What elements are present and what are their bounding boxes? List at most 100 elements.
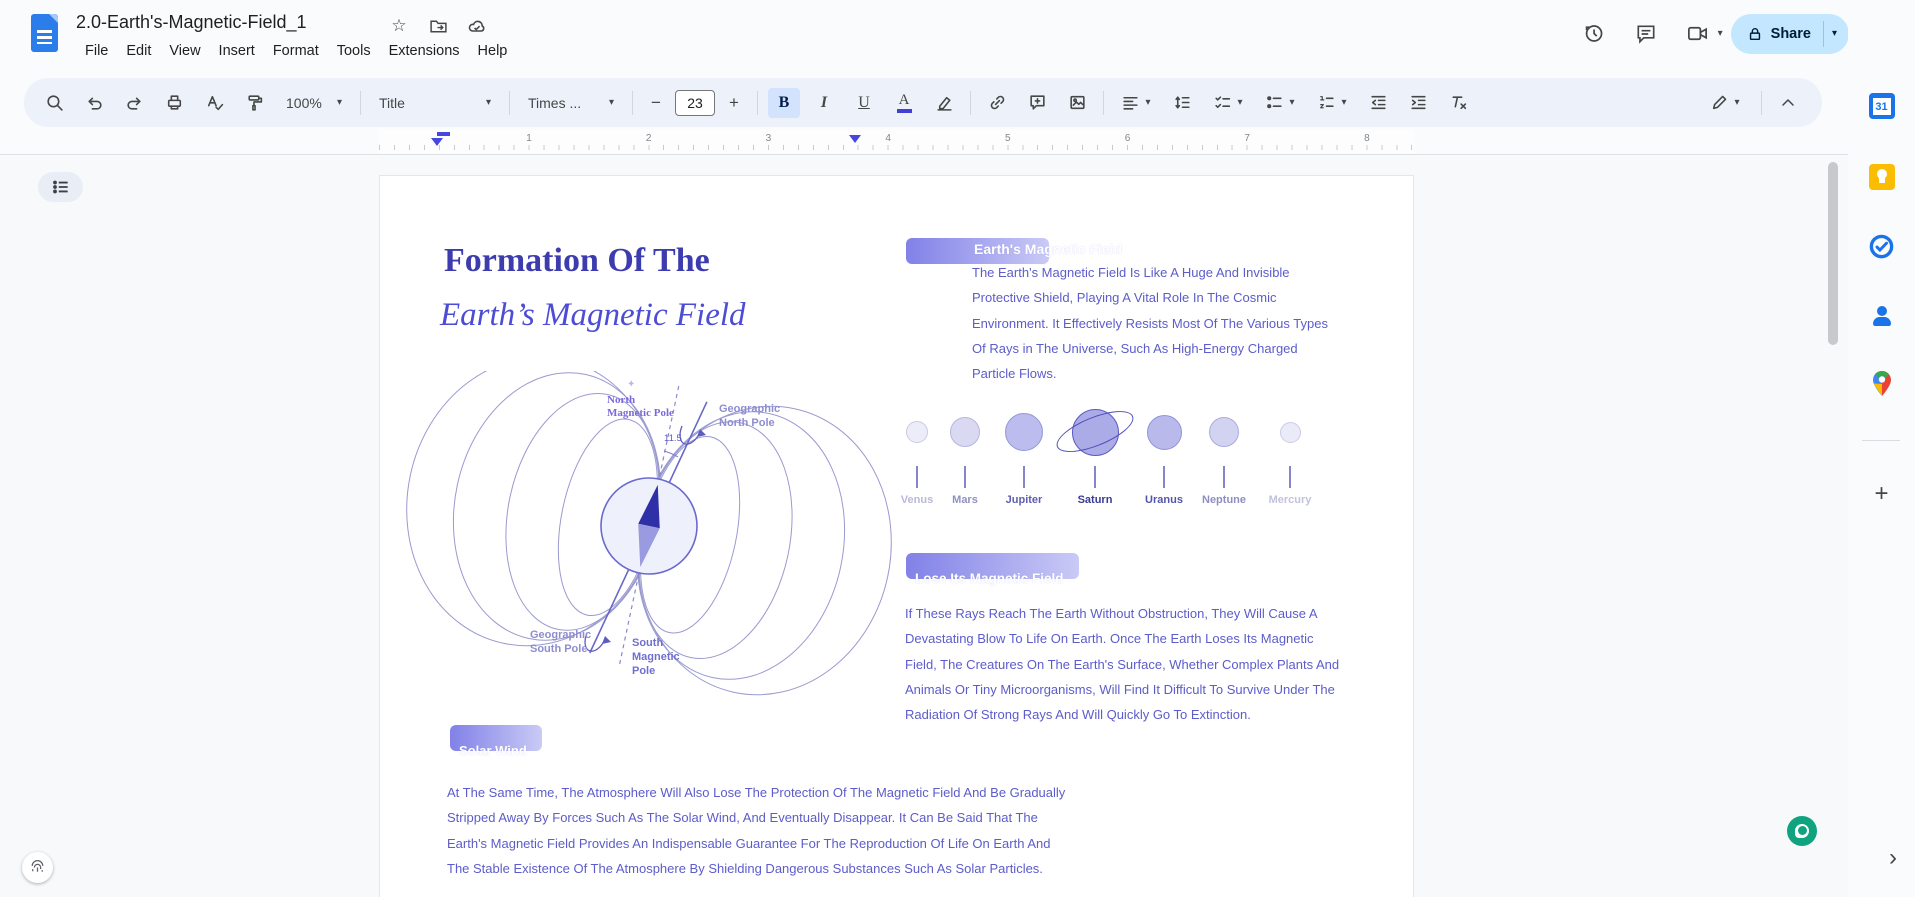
paragraph-line[interactable]: Field, The Creatures On The Earth's Surf… bbox=[905, 657, 1339, 682]
menu-insert[interactable]: Insert bbox=[210, 41, 264, 61]
hide-menus-button[interactable] bbox=[1772, 88, 1804, 118]
highlight-color-button[interactable] bbox=[928, 88, 960, 118]
numbered-list-button[interactable]: ▾ bbox=[1310, 88, 1354, 118]
increase-indent-button[interactable] bbox=[1402, 88, 1434, 118]
keep-icon bbox=[1869, 164, 1895, 190]
planet-circle bbox=[906, 421, 928, 443]
left-indent-marker[interactable] bbox=[431, 138, 443, 146]
insert-link-button[interactable] bbox=[981, 88, 1013, 118]
decrease-indent-button[interactable] bbox=[1362, 88, 1394, 118]
section-chip-lose-its-magnetic-field[interactable]: Lose Its Magnetic Field bbox=[906, 553, 1079, 579]
geographic-south-pole-label: Geographic bbox=[530, 629, 591, 641]
vertical-scrollbar[interactable] bbox=[1828, 162, 1838, 345]
document-canvas: Formation Of The Earth’s Magnetic Field bbox=[0, 156, 1848, 897]
paragraph-line[interactable]: Particle Flows. bbox=[972, 366, 1328, 391]
menu-file[interactable]: File bbox=[76, 41, 117, 61]
get-addons-button[interactable]: + bbox=[1862, 474, 1902, 514]
collapse-panel-chevron[interactable]: › bbox=[1889, 846, 1897, 870]
keep-button[interactable] bbox=[1862, 157, 1902, 197]
menu-extensions[interactable]: Extensions bbox=[380, 41, 469, 61]
section-chip-earths-magnetic-field[interactable]: Earth's Magnetic Field bbox=[906, 238, 1049, 264]
ruler-number: 8 bbox=[1364, 133, 1370, 144]
planet-label: Mars bbox=[952, 494, 978, 506]
share-dropdown[interactable]: ▾ bbox=[1823, 21, 1849, 47]
paragraph-line[interactable]: Protective Shield, Playing A Vital Role … bbox=[972, 290, 1328, 315]
menu-view[interactable]: View bbox=[160, 41, 209, 61]
paragraph-line[interactable]: Of Rays in The Universe, Such As High-En… bbox=[972, 341, 1328, 366]
clear-formatting-button[interactable] bbox=[1442, 88, 1474, 118]
magnetic-field-diagram[interactable]: 11.5 ✦ North Magnetic Pole Geographic No… bbox=[401, 371, 901, 701]
search-menus-button[interactable] bbox=[38, 88, 70, 118]
menu-edit[interactable]: Edit bbox=[117, 41, 160, 61]
meet-video-icon[interactable] bbox=[1678, 14, 1718, 54]
paragraph-line[interactable]: Radiation Of Strong Rays And Will Quickl… bbox=[905, 707, 1339, 732]
checklist-button[interactable]: ▾ bbox=[1206, 88, 1250, 118]
paragraph-line[interactable]: The Stable Existence Of The Atmosphere B… bbox=[447, 861, 1065, 886]
document-title[interactable]: 2.0-Earth's-Magnetic-Field_1 bbox=[76, 12, 307, 33]
line-spacing-button[interactable] bbox=[1166, 88, 1198, 118]
add-comment-button[interactable] bbox=[1021, 88, 1053, 118]
editing-mode-button[interactable]: ▾ bbox=[1699, 88, 1751, 118]
share-button[interactable]: Share ▾ bbox=[1731, 14, 1849, 54]
share-label: Share bbox=[1771, 26, 1811, 42]
star-icon[interactable]: ☆ bbox=[388, 15, 410, 37]
menu-tools[interactable]: Tools bbox=[328, 41, 380, 61]
paragraph-extinction[interactable]: If These Rays Reach The Earth Without Ob… bbox=[905, 606, 1339, 732]
contacts-button[interactable] bbox=[1862, 296, 1902, 336]
spellcheck-button[interactable] bbox=[198, 88, 230, 118]
document-page[interactable]: Formation Of The Earth’s Magnetic Field bbox=[379, 175, 1414, 897]
redo-button[interactable] bbox=[118, 88, 150, 118]
svg-text:Pole: Pole bbox=[632, 665, 655, 677]
paragraph-shield[interactable]: The Earth's Magnetic Field Is Like A Hug… bbox=[972, 265, 1328, 391]
italic-button[interactable]: I bbox=[808, 88, 840, 118]
text-color-button[interactable]: A bbox=[888, 88, 920, 118]
comments-icon[interactable] bbox=[1626, 14, 1666, 54]
planet-circle bbox=[1147, 415, 1182, 450]
meet-dropdown-caret[interactable]: ▾ bbox=[1718, 28, 1723, 39]
bold-button[interactable]: B bbox=[768, 88, 800, 118]
paragraph-line[interactable]: Environment. It Effectively Resists Most… bbox=[972, 316, 1328, 341]
undo-button[interactable] bbox=[78, 88, 110, 118]
paragraph-atmosphere[interactable]: At The Same Time, The Atmosphere Will Al… bbox=[447, 785, 1065, 886]
menu-help[interactable]: Help bbox=[469, 41, 517, 61]
assistant-chat-fab[interactable] bbox=[1787, 816, 1817, 846]
first-line-indent-marker[interactable] bbox=[437, 132, 450, 136]
north-magnetic-pole-label: North bbox=[607, 394, 635, 406]
paragraph-line[interactable]: Stripped Away By Forces Such As The Sola… bbox=[447, 810, 1065, 835]
print-button[interactable] bbox=[158, 88, 190, 118]
insert-image-button[interactable] bbox=[1061, 88, 1093, 118]
paint-format-button[interactable] bbox=[238, 88, 270, 118]
toolbar: 100%▾ Title▾ Times ...▾ − 23 + B I U A bbox=[24, 78, 1822, 127]
zoom-select[interactable]: 100%▾ bbox=[278, 88, 350, 118]
tasks-button[interactable] bbox=[1862, 226, 1902, 266]
version-history-icon[interactable] bbox=[1574, 14, 1614, 54]
section-chip-solar-wind[interactable]: Solar Wind bbox=[450, 725, 542, 751]
increase-font-size-button[interactable]: + bbox=[721, 88, 747, 118]
doc-heading-line1[interactable]: Formation Of The bbox=[444, 242, 710, 280]
maps-icon bbox=[1871, 370, 1893, 398]
horizontal-ruler[interactable]: 12345678 bbox=[0, 129, 1848, 155]
font-size-input[interactable]: 23 bbox=[675, 90, 715, 116]
align-button[interactable]: ▾ bbox=[1114, 88, 1158, 118]
paragraph-line[interactable]: Animals Or Tiny Microorganisms, Will Fin… bbox=[905, 682, 1339, 707]
paragraph-line[interactable]: Earth's Magnetic Field Provides An Indis… bbox=[447, 836, 1065, 861]
cloud-saved-icon[interactable] bbox=[466, 15, 488, 37]
doc-heading-line2[interactable]: Earth’s Magnetic Field bbox=[440, 297, 746, 334]
maps-button[interactable] bbox=[1862, 364, 1902, 404]
decrease-font-size-button[interactable]: − bbox=[643, 88, 669, 118]
fingerprint-button[interactable] bbox=[22, 852, 53, 883]
docs-logo-icon[interactable] bbox=[31, 14, 58, 52]
calendar-button[interactable]: 31 bbox=[1862, 86, 1902, 126]
bulleted-list-button[interactable]: ▾ bbox=[1258, 88, 1302, 118]
underline-button[interactable]: U bbox=[848, 88, 880, 118]
menu-format[interactable]: Format bbox=[264, 41, 328, 61]
document-tabs-button[interactable] bbox=[38, 172, 83, 202]
move-folder-icon[interactable] bbox=[427, 15, 449, 37]
paragraph-line[interactable]: Devastating Blow To Life On Earth. Once … bbox=[905, 631, 1339, 656]
paragraph-line[interactable]: At The Same Time, The Atmosphere Will Al… bbox=[447, 785, 1065, 810]
paragraph-line[interactable]: If These Rays Reach The Earth Without Ob… bbox=[905, 606, 1339, 631]
paragraph-style-select[interactable]: Title▾ bbox=[371, 88, 499, 118]
font-select[interactable]: Times ...▾ bbox=[520, 88, 622, 118]
column-indent-marker[interactable] bbox=[849, 135, 861, 143]
paragraph-line[interactable]: The Earth's Magnetic Field Is Like A Hug… bbox=[972, 265, 1328, 290]
